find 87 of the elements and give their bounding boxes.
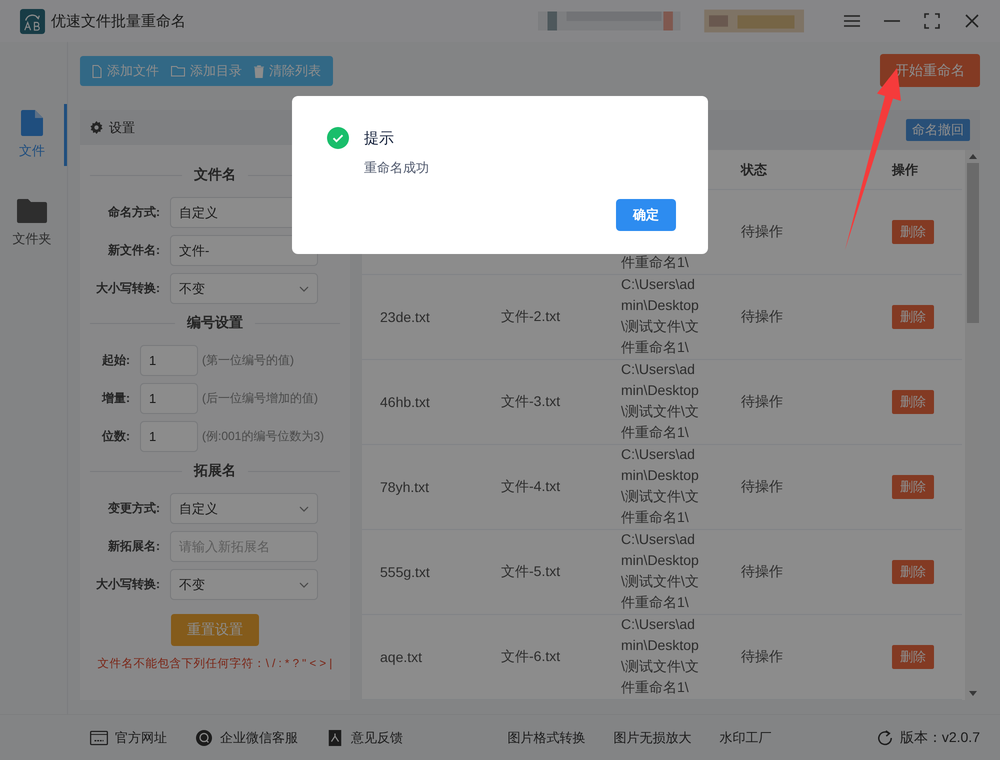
table-cell-text: 件重命名1\ [621,253,690,272]
number-field[interactable]: 1 [140,383,198,414]
window-title: 优速文件批量重命名 [51,12,186,30]
footer-link[interactable]: 企业微信客服 [195,728,298,746]
undo-rename-button[interactable]: 命名撤回 [906,119,970,141]
table-cell: 待操作 [741,393,783,411]
field-label: 命名方式: [107,204,160,221]
delete-button[interactable]: 删除 [892,390,934,414]
panel-title: 设置 [109,118,135,136]
refresh-icon [876,730,894,746]
field-label: 位数: [100,428,130,445]
delete-button[interactable]: 删除 [892,220,934,244]
table-cell: 78yh.txt [380,479,430,495]
nav-tab[interactable]: 文件 [0,104,67,166]
section-title: 拓展名 [194,462,236,480]
footer-link[interactable]: 图片格式转换 [507,728,586,746]
column-header: 状态 [741,160,767,178]
table-cell-text: C:\Users\admin\Desktop\测试文件\文件重命名1\ [621,275,700,357]
dialog-title: 提示 [364,128,394,148]
dropdown[interactable]: 不变 [170,569,318,600]
maximize-icon[interactable] [924,13,940,29]
folder-icon [171,65,185,77]
dialog-message: 重命名成功 [364,159,430,177]
document-icon [326,730,344,746]
trash-icon [254,64,264,78]
app-logo-icon [20,8,45,34]
close-icon[interactable] [964,13,980,29]
success-icon [327,127,349,149]
delete-button[interactable]: 删除 [892,305,934,329]
browser-icon [90,730,108,746]
section-title: 编号设置 [187,314,243,332]
version-label: 版本：v2.0.7 [900,728,980,746]
file-icon [92,64,102,78]
footer-link[interactable]: 图片无损放大 [613,728,692,746]
table-cell: 46hb.txt [380,394,430,410]
field-hint: (第一位编号的值) [202,352,294,369]
footer-link[interactable]: 官方网址 [90,728,167,746]
field-label: 增量: [100,390,130,407]
table-cell: 待操作 [741,648,783,666]
section-title: 文件名 [194,166,236,184]
number-field[interactable]: 1 [140,421,198,452]
field-label: 新文件名: [107,242,160,259]
field-label: 大小写转换: [95,280,160,297]
caret-icon [299,286,309,292]
table-cell: aqe.txt [380,649,422,665]
table-cell: 待操作 [741,223,783,241]
chat-icon [195,730,213,746]
column-header: 操作 [892,160,918,178]
scroll-down-icon[interactable] [968,691,976,696]
field-label: 起始: [101,352,130,369]
dropdown[interactable]: 不变 [170,273,318,304]
table-cell: 文件-3.txt [501,393,560,411]
table-cell-text: C:\Users\admin\Desktop\测试文件\文件重命名1\ [621,445,700,527]
nav-tab[interactable]: 文件夹 [0,192,67,254]
table-cell: 555g.txt [380,564,430,580]
number-field[interactable]: 1 [140,345,198,376]
table-cell: 文件-4.txt [501,478,560,496]
field-hint: (后一位编号增加的值) [202,390,318,407]
footer-link[interactable]: 意见反馈 [326,728,403,746]
field-label: 新拓展名: [107,538,160,555]
table-cell-text: C:\Users\admin\Desktop\测试文件\文件重命名1\ [621,360,700,442]
delete-button[interactable]: 删除 [892,645,934,669]
settings-icon [90,121,103,134]
delete-button[interactable]: 删除 [892,475,934,499]
warning-text: 文件名不能包含下列任何字符：\ / : * ? " < > | [96,656,334,671]
dropdown[interactable]: 自定义 [170,493,318,524]
folder-icon [17,198,47,224]
table-cell-text: C:\Users\admin\Desktop\测试文件\文件重命名1\ [621,530,700,612]
table-cell: 23de.txt [380,309,430,325]
table-cell: 待操作 [741,563,783,581]
table-cell: 待操作 [741,478,783,496]
field-label: 变更方式: [106,500,160,517]
field-hint: (例:001的编号位数为3) [202,428,324,445]
table-cell: 文件-5.txt [501,563,560,581]
table-cell: 文件-2.txt [501,308,560,326]
footer-link[interactable]: 水印工厂 [719,728,772,746]
caret-icon [299,582,309,588]
field-label: 大小写转换: [95,576,160,593]
table-cell: 待操作 [741,308,783,326]
caret-icon [299,506,309,512]
confirm-button[interactable]: 确定 [616,199,676,231]
menu-icon[interactable] [844,13,860,29]
delete-button[interactable]: 删除 [892,560,934,584]
table-cell: 文件-6.txt [501,648,560,666]
table-cell-text: C:\Users\admin\Desktop\测试文件\文件重命名1\ [621,615,700,697]
scroll-thumb[interactable] [966,163,978,323]
scroll-up-icon[interactable] [968,154,976,159]
